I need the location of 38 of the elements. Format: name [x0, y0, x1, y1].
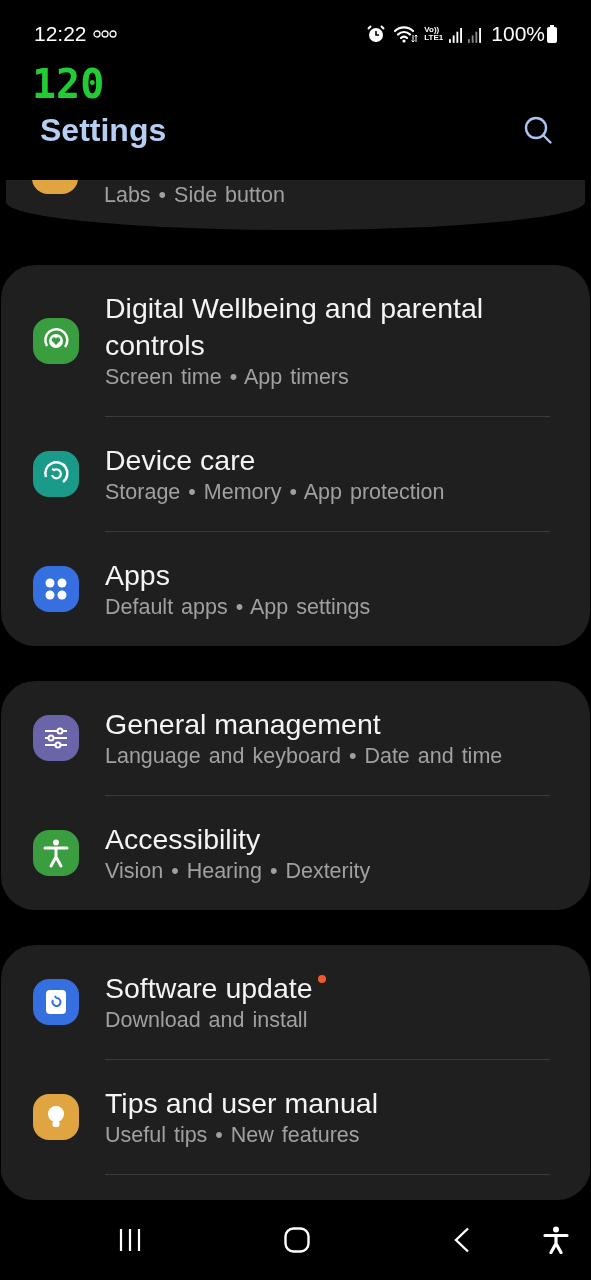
item-subtitle: Storage • Memory • App protection [105, 479, 445, 506]
settings-item[interactable]: General management Language and keyboard • Date and time [1, 681, 550, 795]
signal-icon [449, 25, 463, 43]
recent-apps-button[interactable] [117, 1227, 143, 1253]
item-title: Apps [105, 558, 170, 593]
item-title: Tips and user manual [105, 1086, 378, 1121]
refresh-rate-counter: 120 [32, 64, 106, 102]
settings-item[interactable]: Tips and user manual Useful tips • New features [1, 1060, 550, 1174]
signal-icon [468, 25, 482, 43]
item-title: Software update [105, 971, 313, 1006]
battery-icon [547, 25, 557, 43]
item-subtitle: Language and keyboard • Date and time [105, 743, 503, 770]
wifi-icon [392, 24, 419, 44]
item-subtitle: Default apps • App settings [105, 594, 371, 621]
item-subtitle: Download and install [105, 1007, 309, 1034]
settings-item[interactable]: Digital Wellbeing and parental controls Screen time • App timers [1, 265, 550, 416]
page-title: Settings [40, 111, 167, 149]
item-title: Accessibility [105, 822, 261, 857]
item-title: General management [105, 707, 381, 742]
battery-percent: 100% [491, 22, 545, 46]
notification-icon [92, 29, 117, 39]
item-subtitle: Vision • Hearing • Dexterity [105, 858, 371, 885]
settings-item[interactable]: Software update Download and install [1, 945, 550, 1059]
item-subtitle: Useful tips • New features [105, 1122, 361, 1149]
item-title: Device care [105, 443, 256, 478]
settings-item[interactable]: Accessibility Vision • Hearing • Dexterity [1, 796, 550, 910]
settings-item[interactable]: Device care Storage • Memory • App protection [1, 417, 550, 531]
settings-item[interactable]: Apps Default apps • App settings [1, 532, 550, 646]
clock-time: 12:22 [34, 22, 87, 46]
home-button[interactable] [284, 1227, 310, 1253]
settings-item[interactable]: Labs • Side button [6, 180, 545, 209]
volte-indicator: Vo)) LTE1 [424, 26, 444, 42]
item-subtitle: Screen time • App timers [105, 364, 350, 391]
item-subtitle: Labs • Side button [104, 182, 285, 209]
alarm-icon [366, 24, 387, 44]
item-title: Digital Wellbeing and parental controls [105, 291, 485, 363]
accessibility-button[interactable] [543, 1226, 569, 1254]
search-icon[interactable] [523, 115, 553, 145]
